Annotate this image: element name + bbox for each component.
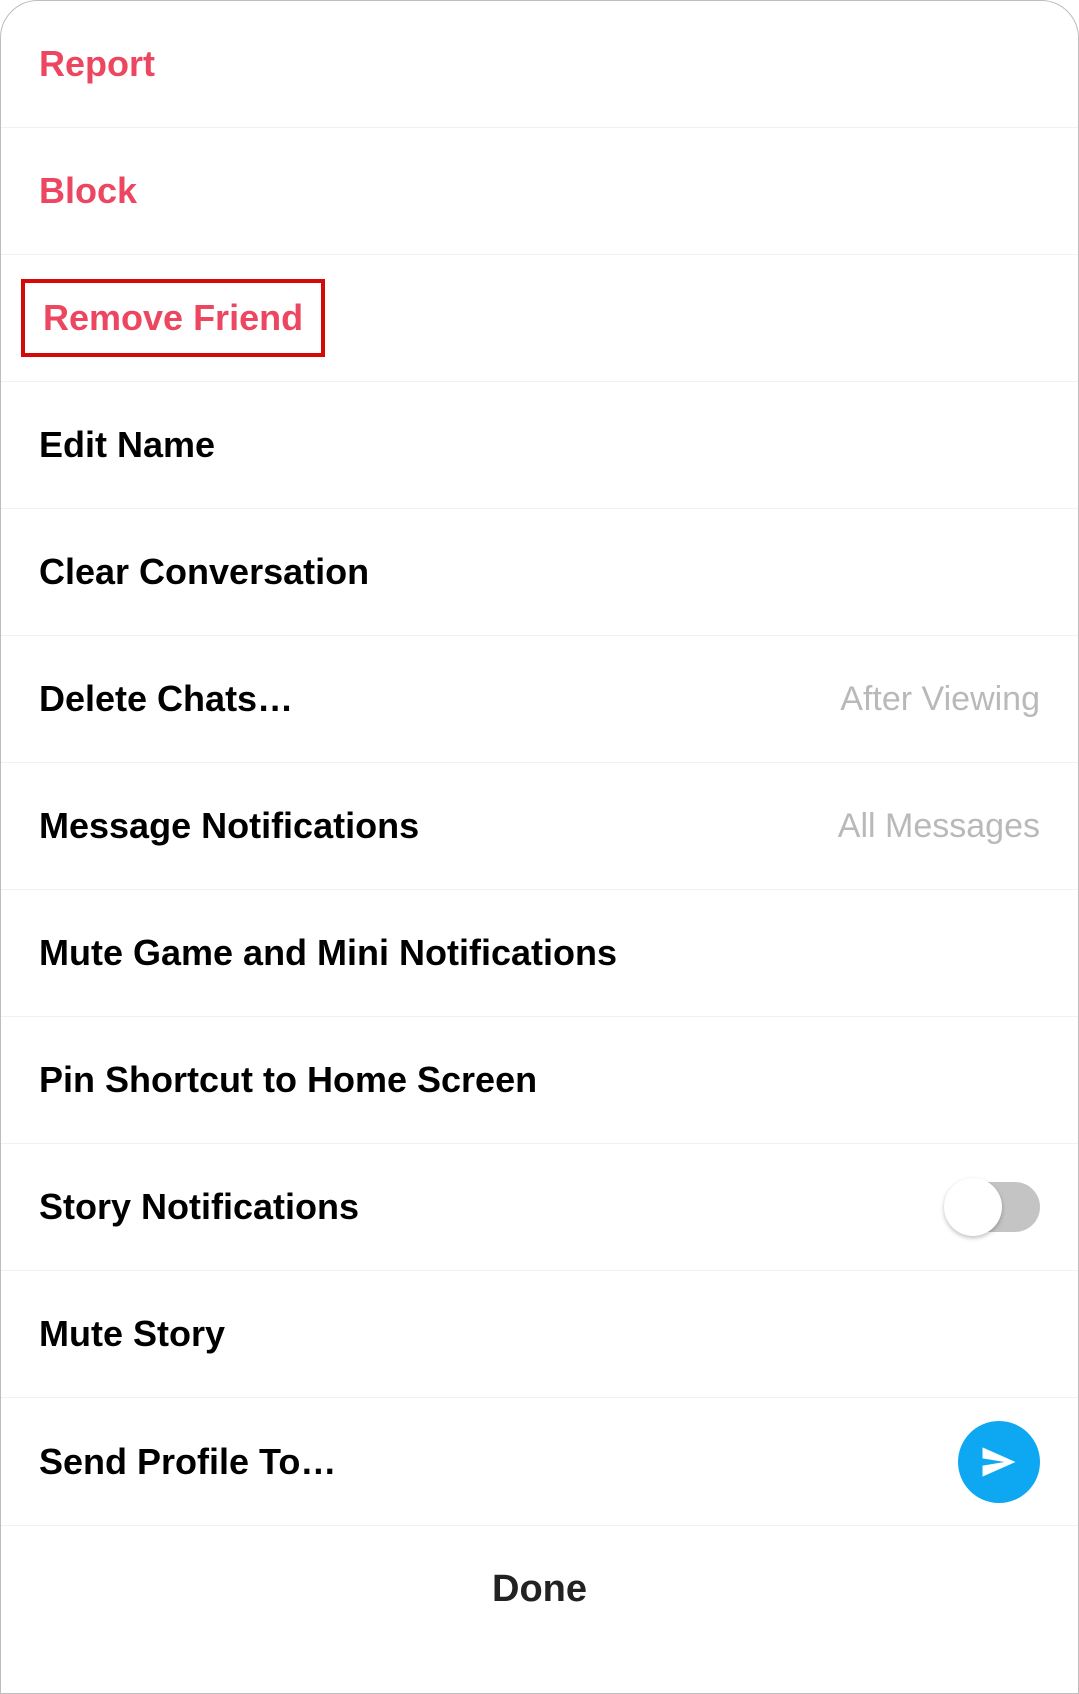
done-button[interactable]: Done [1,1525,1078,1653]
mute-game-mini-label: Mute Game and Mini Notifications [39,932,617,974]
mute-story-label: Mute Story [39,1313,225,1355]
send-profile-row[interactable]: Send Profile To… [1,1398,1078,1525]
bottom-spacer [1,1653,1078,1693]
mute-game-mini-row[interactable]: Mute Game and Mini Notifications [1,890,1078,1017]
edit-name-row[interactable]: Edit Name [1,382,1078,509]
pin-shortcut-label: Pin Shortcut to Home Screen [39,1059,537,1101]
message-notifications-value: All Messages [838,807,1040,846]
clear-conversation-row[interactable]: Clear Conversation [1,509,1078,636]
story-notifications-row[interactable]: Story Notifications [1,1144,1078,1271]
message-notifications-label: Message Notifications [39,805,419,847]
toggle-knob [944,1178,1002,1236]
edit-name-label: Edit Name [39,424,215,466]
remove-friend-label: Remove Friend [43,297,303,338]
clear-conversation-label: Clear Conversation [39,551,369,593]
pin-shortcut-row[interactable]: Pin Shortcut to Home Screen [1,1017,1078,1144]
report-label: Report [39,43,155,85]
delete-chats-value: After Viewing [840,680,1040,719]
story-notifications-label: Story Notifications [39,1186,359,1228]
message-notifications-row[interactable]: Message Notifications All Messages [1,763,1078,890]
remove-friend-highlight: Remove Friend [21,279,325,357]
report-row[interactable]: Report [1,1,1078,128]
send-icon[interactable] [958,1421,1040,1503]
delete-chats-label: Delete Chats… [39,678,293,720]
story-notifications-toggle[interactable] [948,1182,1040,1232]
block-row[interactable]: Block [1,128,1078,255]
delete-chats-row[interactable]: Delete Chats… After Viewing [1,636,1078,763]
remove-friend-row[interactable]: Remove Friend [1,255,1078,382]
action-sheet: Report Block Remove Friend Edit Name Cle… [0,0,1079,1694]
block-label: Block [39,170,137,212]
done-label: Done [492,1568,587,1611]
send-profile-label: Send Profile To… [39,1441,336,1483]
mute-story-row[interactable]: Mute Story [1,1271,1078,1398]
